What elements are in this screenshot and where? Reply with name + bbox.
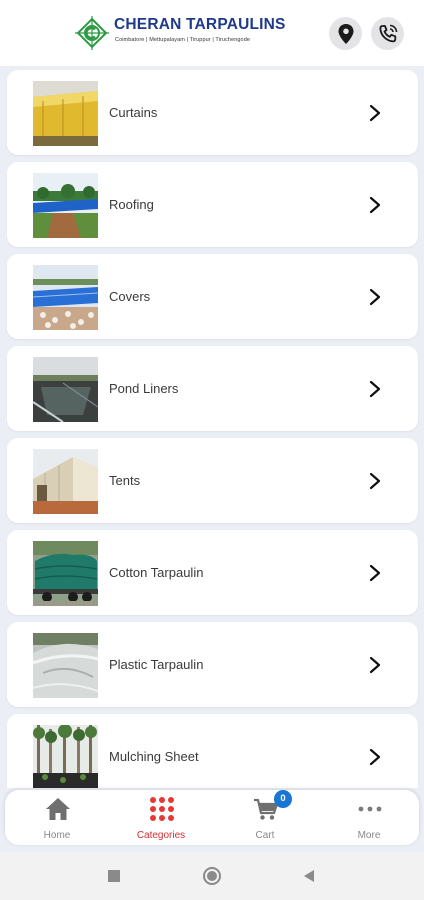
category-card-mulching-sheet[interactable]: Mulching Sheet <box>7 714 418 788</box>
covers-photo <box>33 265 98 330</box>
pond-liners-photo <box>33 357 98 422</box>
category-card-curtains[interactable]: Curtains <box>7 70 418 155</box>
category-label: Cotton Tarpaulin <box>109 565 204 580</box>
nav-label-home: Home <box>43 830 71 841</box>
more-dots-icon <box>358 806 382 812</box>
app-header: CHERAN TARPAULINS Coimbatore | Mettupala… <box>0 0 424 66</box>
mulching-sheet-photo <box>33 725 98 788</box>
category-list[interactable]: Curtains Roofing Covers Pond Liners Tent… <box>0 66 424 788</box>
category-card-roofing[interactable]: Roofing <box>7 162 418 247</box>
category-card-plastic-tarpaulin[interactable]: Plastic Tarpaulin <box>7 622 418 707</box>
category-card-tents[interactable]: Tents <box>7 438 418 523</box>
category-card-cotton-tarpaulin[interactable]: Cotton Tarpaulin <box>7 530 418 615</box>
nav-cart[interactable]: 0 Cart <box>213 790 317 845</box>
call-button[interactable] <box>371 17 404 50</box>
chevron-right-icon <box>369 472 381 490</box>
plastic-tarpaulin-photo <box>33 633 98 698</box>
square-recents-icon[interactable] <box>104 866 124 886</box>
system-navigation-bar <box>0 852 424 900</box>
chevron-right-icon <box>369 288 381 306</box>
category-label: Pond Liners <box>109 381 179 396</box>
location-pin-icon <box>338 23 353 44</box>
nav-label-more: More <box>357 830 381 841</box>
category-card-covers[interactable]: Covers <box>7 254 418 339</box>
tents-photo <box>33 449 98 514</box>
nav-categories[interactable]: Categories <box>109 790 213 845</box>
phone-call-icon <box>378 24 397 42</box>
category-label: Plastic Tarpaulin <box>109 657 204 672</box>
home-icon <box>46 798 70 820</box>
triangle-back-icon[interactable] <box>299 866 319 886</box>
category-label: Curtains <box>109 105 158 120</box>
cotton-tarpaulin-photo <box>33 541 98 606</box>
chevron-right-icon <box>369 104 381 122</box>
nav-more[interactable]: More <box>317 790 421 845</box>
circle-home-icon[interactable] <box>202 866 222 886</box>
brand-logo[interactable]: CHERAN TARPAULINS Coimbatore | Mettupala… <box>74 15 285 51</box>
brand-title: CHERAN TARPAULINS <box>114 16 286 33</box>
nav-label-categories: Categories <box>136 830 186 841</box>
grid-dots-icon <box>150 797 174 821</box>
chevron-right-icon <box>369 196 381 214</box>
category-card-pond-liners[interactable]: Pond Liners <box>7 346 418 431</box>
category-label: Roofing <box>109 197 154 212</box>
curtains-photo <box>33 81 98 146</box>
chevron-right-icon <box>369 748 381 766</box>
nav-label-cart: Cart <box>255 830 275 841</box>
chevron-right-icon <box>369 380 381 398</box>
cart-count-badge: 0 <box>274 790 292 808</box>
roofing-photo <box>33 173 98 238</box>
category-label: Mulching Sheet <box>109 749 199 764</box>
brand-logo-mark <box>75 16 109 50</box>
nav-home[interactable]: Home <box>5 790 109 845</box>
location-button[interactable] <box>329 17 362 50</box>
category-label: Tents <box>109 473 141 488</box>
bottom-navigation: Home Categories 0 Cart More <box>5 790 419 845</box>
category-label: Covers <box>109 289 151 304</box>
chevron-right-icon <box>369 656 381 674</box>
brand-subtitle: Coimbatore | Mettupalayam | Tiruppur | T… <box>115 37 251 43</box>
chevron-right-icon <box>369 564 381 582</box>
